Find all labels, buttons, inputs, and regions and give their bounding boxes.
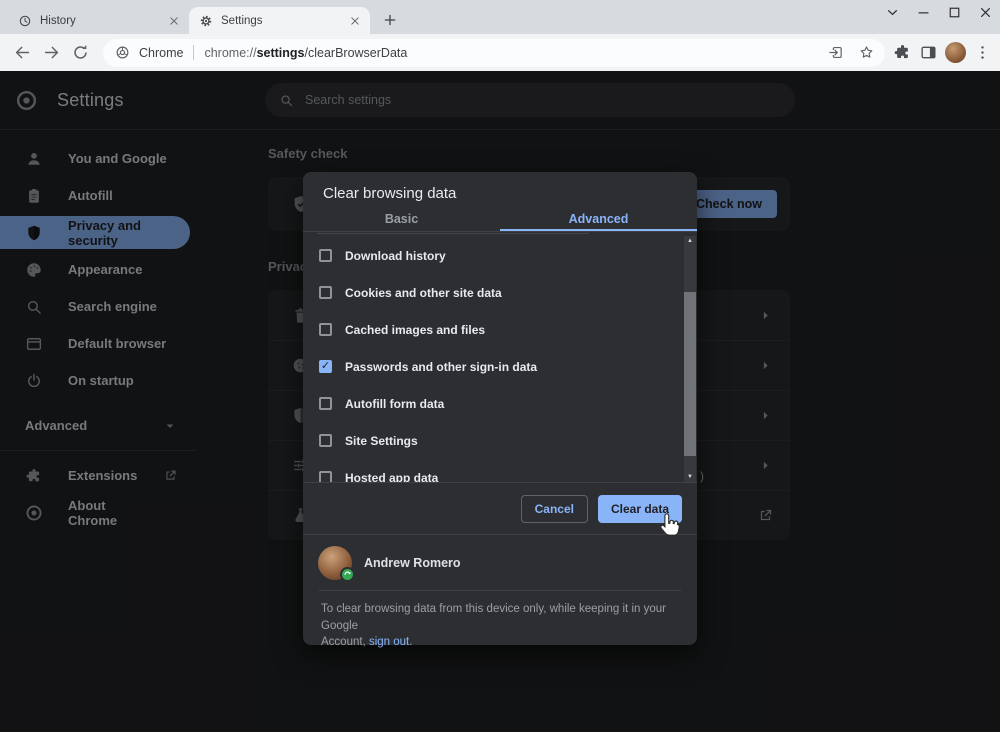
dialog-title: Clear browsing data: [303, 172, 697, 210]
minimize-icon[interactable]: [915, 4, 932, 21]
data-type-row[interactable]: Hosted app data: [319, 459, 697, 482]
toolbar-actions: [893, 42, 992, 63]
close-icon[interactable]: [977, 4, 994, 21]
window-menu-chevron-icon[interactable]: [884, 4, 901, 21]
tab-close-icon[interactable]: [167, 14, 181, 28]
dialog-tabs: Basic Advanced: [303, 210, 697, 232]
reload-icon[interactable]: [71, 43, 90, 62]
maximize-icon[interactable]: [946, 4, 963, 21]
omnibox-divider: [193, 45, 194, 60]
data-type-label: Autofill form data: [345, 397, 444, 411]
data-type-row[interactable]: Site Settings: [319, 422, 697, 459]
cursor-pointer-icon: [658, 512, 682, 540]
side-panel-icon[interactable]: [919, 43, 938, 62]
dialog-footer: To clear browsing data from this device …: [319, 590, 681, 651]
url-text: chrome://settings/clearBrowserData: [204, 46, 813, 60]
data-type-label: Hosted app data: [345, 471, 438, 483]
address-bar[interactable]: Chrome chrome://settings/clearBrowserDat…: [103, 39, 885, 67]
forward-icon[interactable]: [42, 43, 61, 62]
sign-out-link[interactable]: sign out: [369, 636, 409, 648]
data-types-list: Download history Cookies and other site …: [303, 232, 697, 482]
scroll-up-icon[interactable]: ▲: [684, 236, 696, 246]
browser-tab[interactable]: History: [8, 7, 189, 34]
account-avatar: [318, 546, 352, 580]
checkbox[interactable]: [319, 323, 332, 336]
bookmark-star-icon[interactable]: [858, 44, 875, 61]
tab-label: Settings: [221, 15, 340, 27]
data-type-label: Cached images and files: [345, 323, 485, 337]
checkbox[interactable]: [319, 360, 332, 373]
dialog-tab-label: Basic: [385, 212, 418, 226]
data-type-row[interactable]: Passwords and other sign-in data: [319, 348, 697, 385]
cancel-button[interactable]: Cancel: [521, 495, 588, 523]
account-name: Andrew Romero: [364, 556, 461, 570]
sync-badge-icon: [340, 567, 355, 582]
history-icon: [18, 14, 32, 28]
scrollbar-thumb[interactable]: [684, 292, 696, 456]
profile-avatar[interactable]: [945, 42, 966, 63]
browser-window: History Settings Chrome chrome://se: [0, 0, 1000, 732]
chrome-badge-icon: [115, 45, 130, 60]
account-row: Andrew Romero: [303, 534, 697, 590]
extensions-icon[interactable]: [893, 43, 912, 62]
share-icon[interactable]: [827, 44, 844, 61]
omnibox-product-label: Chrome: [139, 46, 183, 60]
scroll-down-icon[interactable]: ▼: [684, 472, 696, 482]
checkbox[interactable]: [319, 397, 332, 410]
kebab-menu-icon[interactable]: [973, 43, 992, 62]
checkbox[interactable]: [319, 471, 332, 482]
clipped-row-edge: [317, 233, 589, 234]
dialog-tab[interactable]: Basic: [303, 210, 500, 231]
browser-toolbar: Chrome chrome://settings/clearBrowserDat…: [0, 34, 1000, 71]
dialog-actions: Cancel Clear data: [303, 482, 697, 534]
data-type-label: Passwords and other sign-in data: [345, 360, 537, 374]
data-type-row[interactable]: Cached images and files: [319, 311, 697, 348]
data-type-label: Download history: [345, 249, 446, 263]
checkbox[interactable]: [319, 249, 332, 262]
gear-icon: [199, 14, 213, 28]
checkbox[interactable]: [319, 286, 332, 299]
new-tab-button[interactable]: [382, 12, 398, 28]
scrollbar[interactable]: ▲ ▼: [684, 236, 696, 482]
checkbox[interactable]: [319, 434, 332, 447]
tab-close-icon[interactable]: [348, 14, 362, 28]
browser-tab[interactable]: Settings: [189, 7, 370, 34]
window-controls: [884, 4, 994, 21]
data-type-label: Cookies and other site data: [345, 286, 502, 300]
data-type-label: Site Settings: [345, 434, 418, 448]
dialog-tab[interactable]: Advanced: [500, 210, 697, 231]
tab-label: History: [40, 15, 159, 27]
clear-browsing-data-dialog: Clear browsing data Basic Advanced: [303, 172, 697, 645]
page-content: Settings You and Google: [0, 71, 1000, 732]
data-type-row[interactable]: Cookies and other site data: [319, 274, 697, 311]
back-icon[interactable]: [13, 43, 32, 62]
dialog-tab-label: Advanced: [569, 212, 629, 226]
data-type-row[interactable]: Autofill form data: [319, 385, 697, 422]
data-type-row[interactable]: Download history: [319, 237, 697, 274]
tab-strip: History Settings: [0, 0, 1000, 34]
